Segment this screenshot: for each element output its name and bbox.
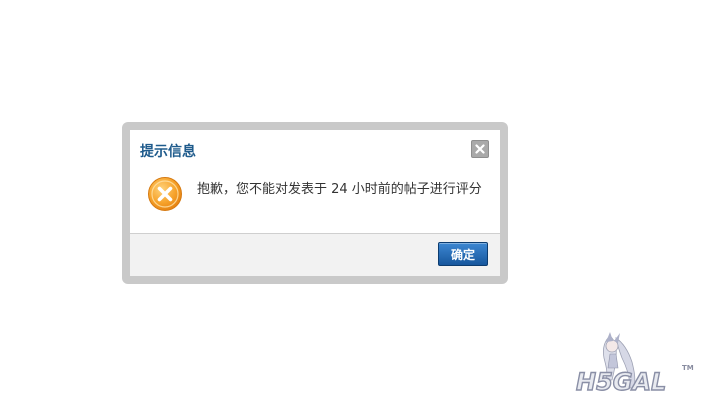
dialog-header: 提示信息 xyxy=(130,130,500,168)
dialog-frame: 提示信息 抱歉，您不能对发表于 24 小时前的帖子进行评分 确定 xyxy=(122,122,508,284)
close-button[interactable] xyxy=(471,140,489,158)
ok-button[interactable]: 确定 xyxy=(438,242,488,266)
dialog-message: 抱歉，您不能对发表于 24 小时前的帖子进行评分 xyxy=(197,182,482,197)
watermark-logo-text: H5GAL xyxy=(576,368,666,396)
dialog-footer: 确定 xyxy=(130,233,500,276)
dialog-title: 提示信息 xyxy=(140,144,196,160)
trademark-label: TM xyxy=(682,364,694,372)
watermark-logo: H5GAL TM xyxy=(575,332,694,397)
close-icon xyxy=(475,144,485,154)
page: 提示信息 抱歉，您不能对发表于 24 小时前的帖子进行评分 确定 H5GAL T… xyxy=(0,0,704,401)
message-dialog: 提示信息 抱歉，您不能对发表于 24 小时前的帖子进行评分 确定 xyxy=(130,130,500,276)
error-icon xyxy=(148,177,182,211)
dialog-body: 抱歉，您不能对发表于 24 小时前的帖子进行评分 xyxy=(130,168,500,234)
